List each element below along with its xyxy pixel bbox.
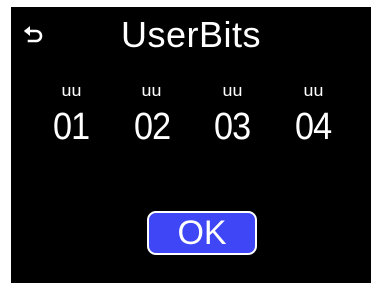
user-bit-column-2[interactable]: uu 02 <box>129 81 175 161</box>
user-bit-column-4[interactable]: uu 04 <box>290 81 336 161</box>
user-bit-label: uu <box>141 81 162 100</box>
user-bit-value[interactable]: 01 <box>53 107 90 147</box>
user-bit-label: uu <box>61 81 81 100</box>
user-bit-column-1[interactable]: uu 01 <box>48 81 94 161</box>
user-bit-label: uu <box>222 81 243 100</box>
user-bits-group: uu 01 uu 02 uu 03 uu 04 <box>48 81 336 161</box>
user-bit-value[interactable]: 04 <box>295 107 332 147</box>
user-bit-column-3[interactable]: uu 03 <box>209 81 255 161</box>
ok-button[interactable]: OK <box>147 211 257 255</box>
user-bit-label: uu <box>303 81 323 100</box>
user-bit-value[interactable]: 03 <box>214 107 251 147</box>
page-title: UserBits <box>120 14 262 55</box>
user-bit-value[interactable]: 02 <box>134 107 171 147</box>
device-screen: UserBits uu 01 uu 02 uu 03 uu 04 OK <box>11 7 371 283</box>
